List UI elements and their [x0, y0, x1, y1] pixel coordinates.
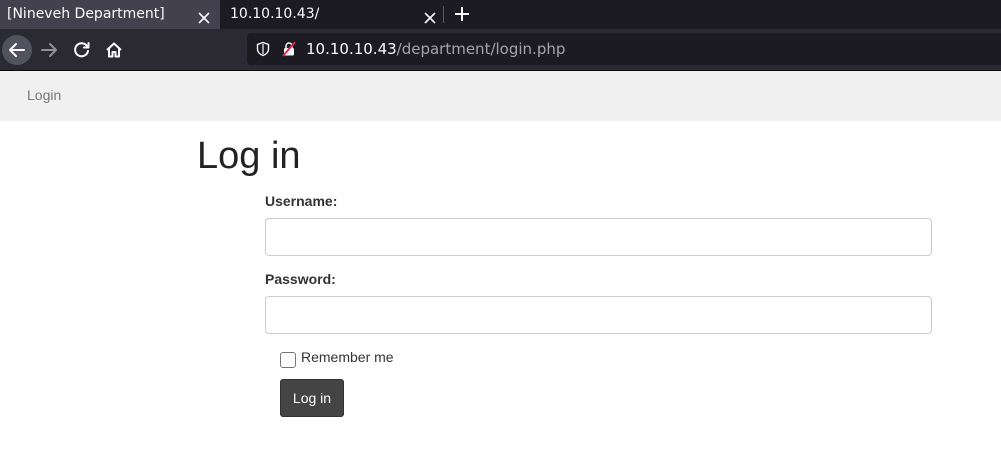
- tab-title: 10.10.10.43/: [230, 6, 320, 22]
- close-icon[interactable]: [197, 7, 211, 24]
- tab-ip-address[interactable]: 10.10.10.43/: [220, 0, 443, 29]
- remember-me-checkbox[interactable]: [280, 352, 296, 368]
- password-input[interactable]: [265, 296, 932, 334]
- remember-me-label: Remember me: [301, 349, 394, 365]
- tab-nineveh-department[interactable]: [Nineveh Department]: [0, 0, 220, 29]
- shield-icon[interactable]: [255, 41, 271, 57]
- tab-title: [Nineveh Department]: [7, 6, 165, 22]
- tab-separator: [443, 6, 444, 23]
- nav-login-link[interactable]: Login: [27, 87, 61, 103]
- url-host: 10.10.10.43: [306, 40, 397, 58]
- reload-icon[interactable]: [67, 35, 97, 65]
- browser-toolbar: 10.10.10.43/department/login.php: [0, 29, 1001, 70]
- url-path: /department/login.php: [396, 40, 566, 58]
- forward-arrow-icon[interactable]: [34, 35, 64, 65]
- close-icon[interactable]: [423, 7, 437, 24]
- new-tab-plus-icon[interactable]: [452, 4, 472, 24]
- home-icon[interactable]: [99, 35, 129, 65]
- site-navbar: Login: [0, 71, 1001, 121]
- back-arrow-icon[interactable]: [2, 35, 32, 65]
- password-label: Password:: [265, 271, 336, 287]
- page-title: Log in: [197, 135, 301, 177]
- insecure-lock-icon[interactable]: [281, 41, 297, 57]
- address-bar[interactable]: 10.10.10.43/department/login.php: [247, 33, 1001, 65]
- browser-tab-strip: [Nineveh Department] 10.10.10.43/: [0, 0, 1001, 29]
- username-input[interactable]: [265, 218, 932, 256]
- url-text: 10.10.10.43/department/login.php: [306, 33, 565, 65]
- username-label: Username:: [265, 193, 338, 209]
- login-submit-button[interactable]: Log in: [280, 379, 344, 417]
